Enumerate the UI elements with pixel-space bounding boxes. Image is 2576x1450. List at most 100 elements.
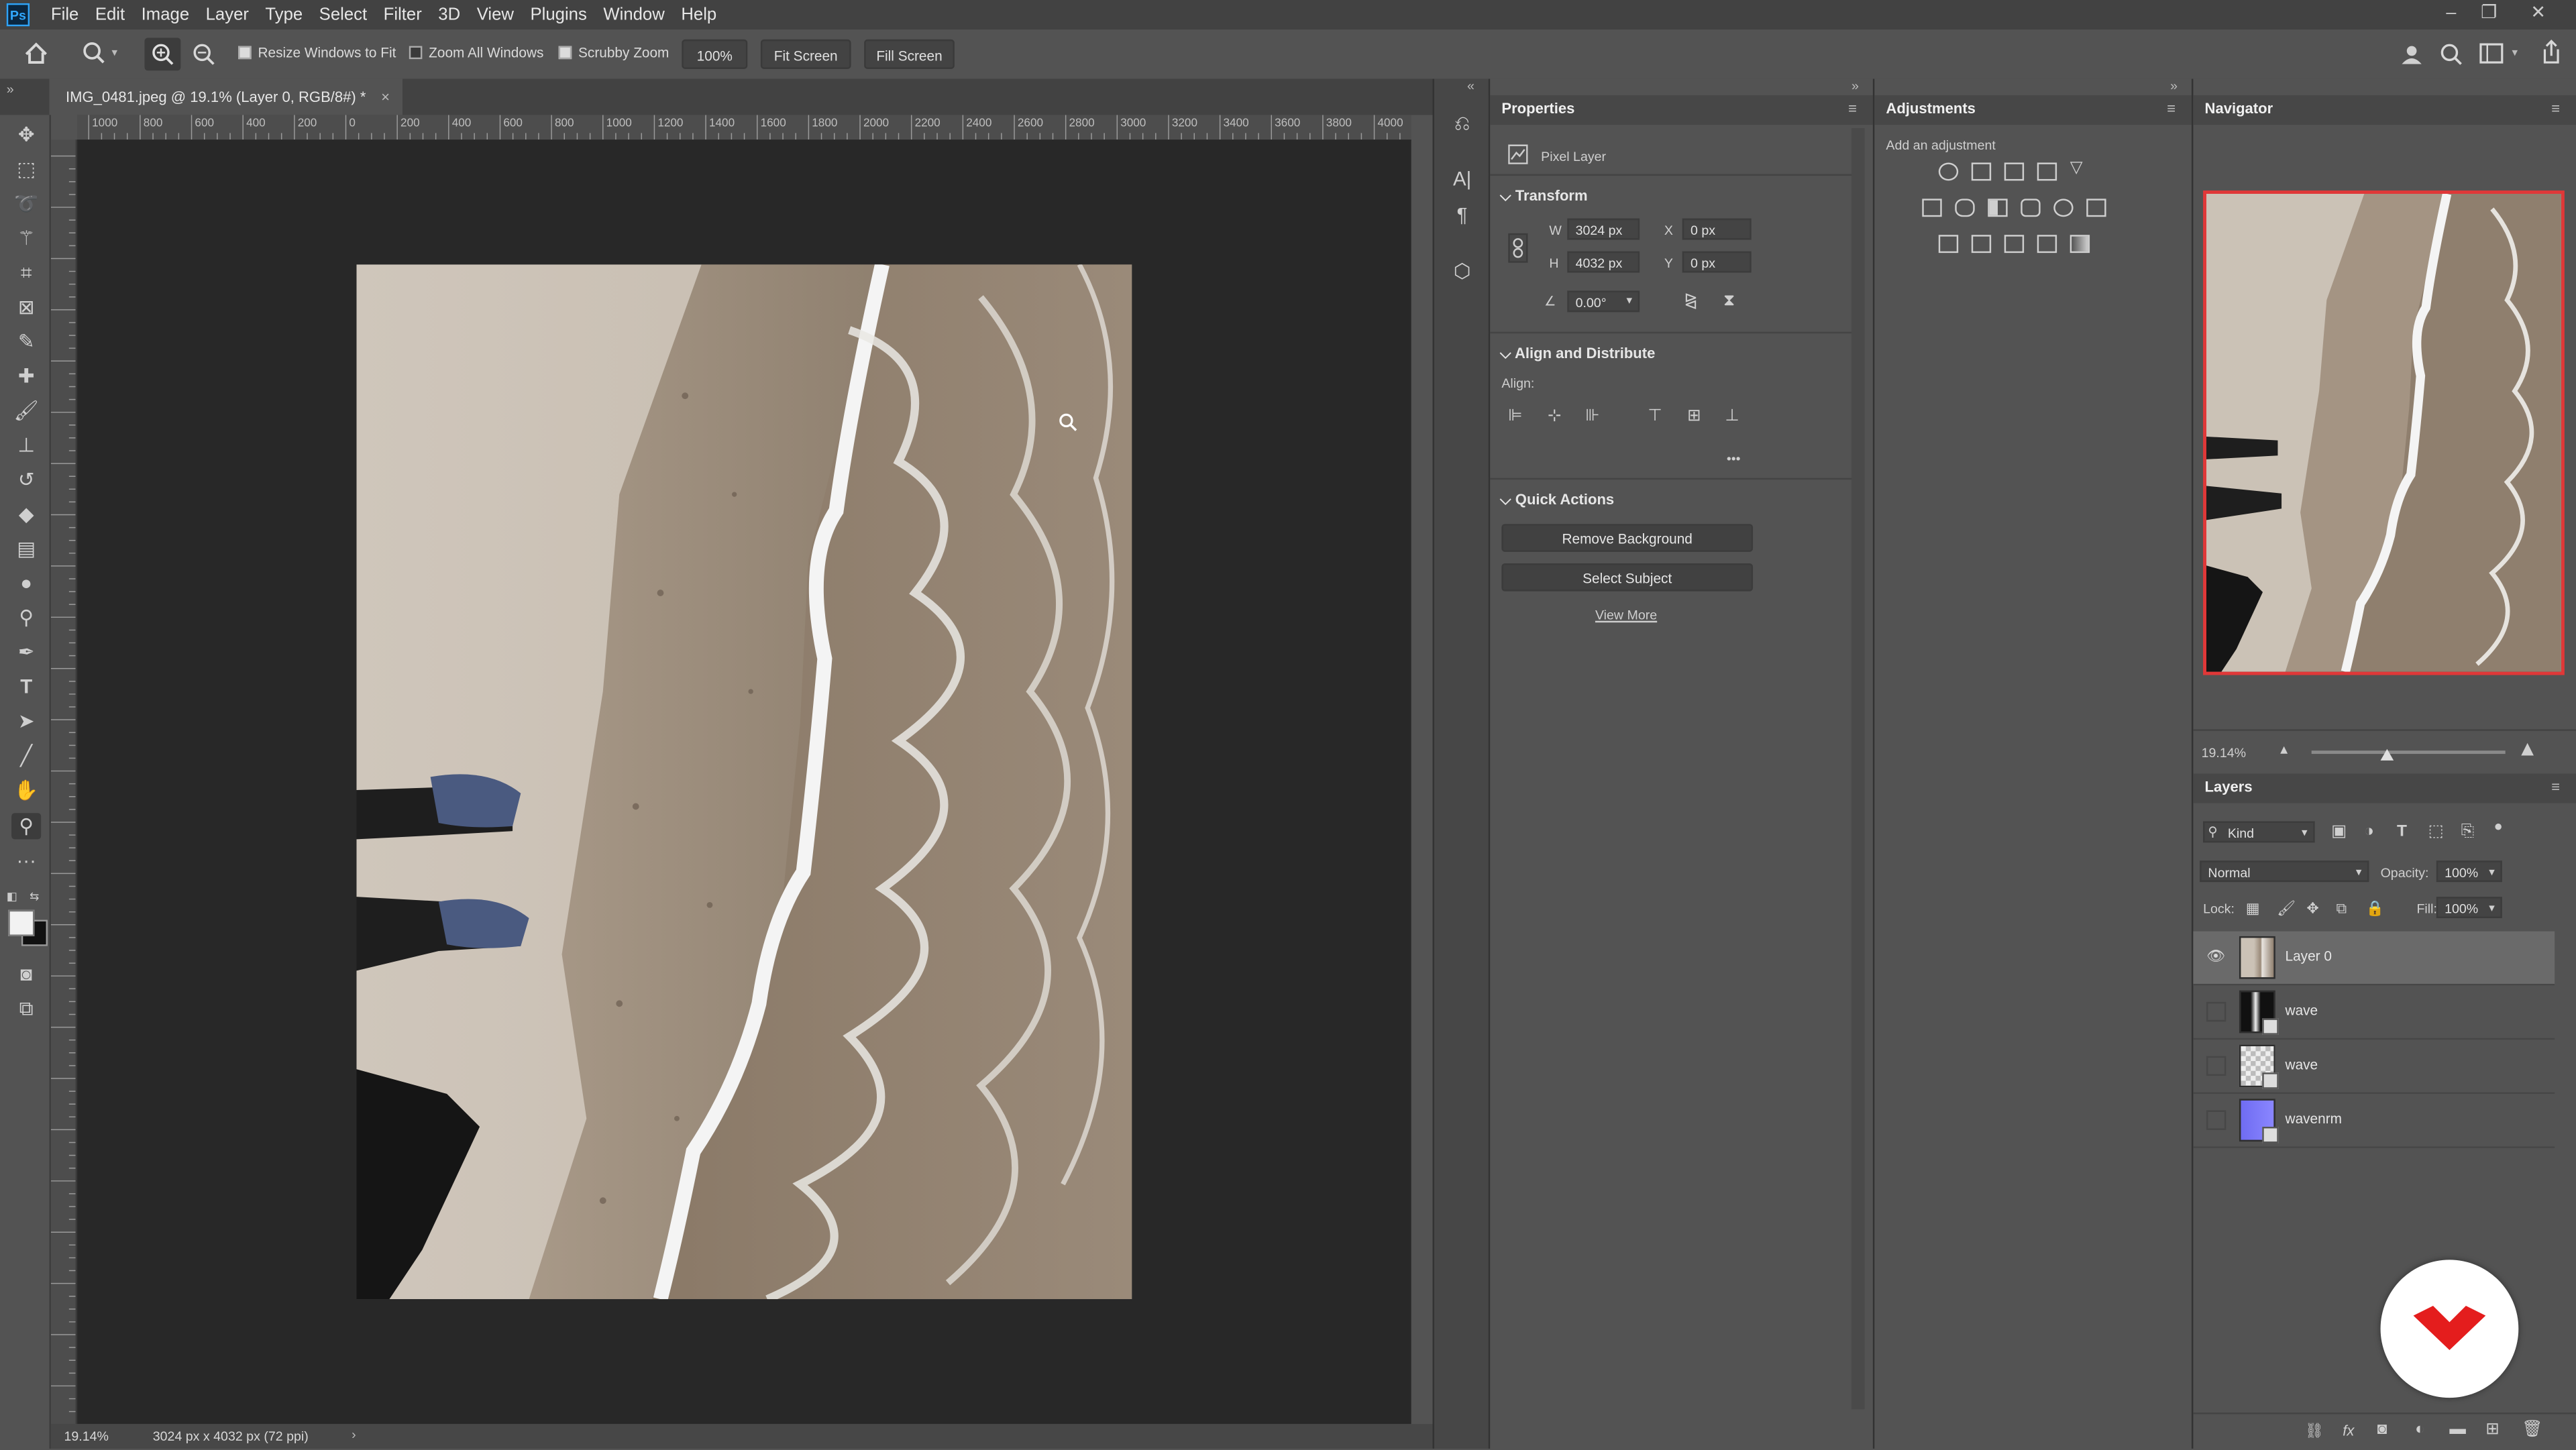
3d-panel-icon[interactable]: ⬡ xyxy=(1450,260,1473,282)
menu-type[interactable]: Type xyxy=(257,5,311,24)
menu-plugins[interactable]: Plugins xyxy=(522,5,595,24)
quick-mask-icon[interactable]: ◙ xyxy=(11,961,41,987)
layer-name[interactable]: Layer 0 xyxy=(2286,948,2332,964)
exposure-icon[interactable] xyxy=(2037,162,2057,181)
align-bottom-icon[interactable]: ⊥ xyxy=(1725,407,1739,425)
brightness-contrast-icon[interactable] xyxy=(1938,162,1959,181)
new-layer-icon[interactable]: ⊞ xyxy=(2485,1420,2500,1439)
magic-wand-tool-icon[interactable]: ⚚ xyxy=(11,225,41,252)
layer-row-wave-2[interactable]: wave xyxy=(2193,1040,2555,1095)
layer-row-wavenrm[interactable]: wavenrm xyxy=(2193,1094,2555,1148)
close-icon[interactable]: ✕ xyxy=(2520,0,2557,30)
black-white-icon[interactable] xyxy=(1988,199,2008,217)
menu-layer[interactable]: Layer xyxy=(197,5,257,24)
tool-preset-chevron-icon[interactable]: ▾ xyxy=(112,46,118,59)
zoom-tool-icon[interactable] xyxy=(82,41,105,64)
align-left-icon[interactable]: ⊫ xyxy=(1508,407,1522,425)
lock-transparent-icon[interactable]: ▦ xyxy=(2246,900,2260,918)
layers-title[interactable]: Layers xyxy=(2205,779,2253,795)
zoom-in-mode-button[interactable] xyxy=(144,38,181,71)
layer-style-icon[interactable]: fx xyxy=(2343,1423,2354,1439)
menu-window[interactable]: Window xyxy=(595,5,673,24)
navigator-menu-icon[interactable]: ≡ xyxy=(2551,100,2560,116)
remove-background-button[interactable]: Remove Background xyxy=(1501,524,1754,552)
color-lookup-icon[interactable] xyxy=(2086,199,2106,217)
search-icon[interactable] xyxy=(2440,43,2463,66)
zoom-tool-active-icon[interactable]: ⚲ xyxy=(11,813,42,840)
menu-image[interactable]: Image xyxy=(133,5,197,24)
eyedropper-tool-icon[interactable]: ✎ xyxy=(11,329,41,355)
swap-colors-icon[interactable]: ⇆ xyxy=(30,890,44,905)
layer-filter-dropdown[interactable]: Kind xyxy=(2203,821,2315,843)
navigator-slider-handle[interactable] xyxy=(2380,748,2394,761)
properties-title[interactable]: Properties xyxy=(1501,100,1574,116)
properties-menu-icon[interactable]: ≡ xyxy=(1848,100,1857,116)
pen-tool-icon[interactable]: ✒ xyxy=(11,639,41,665)
visibility-eye-icon[interactable]: 👁 xyxy=(2206,948,2225,964)
y-field[interactable]: 0 px xyxy=(1682,251,1752,273)
history-panel-icon[interactable]: ⎌ xyxy=(1450,112,1473,135)
more-align-options[interactable]: ••• xyxy=(1727,451,1741,466)
layers-menu-icon[interactable]: ≡ xyxy=(2551,779,2560,795)
workspace-icon[interactable] xyxy=(2479,43,2506,64)
fill-chevron-icon[interactable]: ▾ xyxy=(2489,901,2495,915)
layer-name[interactable]: wavenrm xyxy=(2286,1111,2342,1127)
visibility-toggle[interactable] xyxy=(2206,1110,2226,1130)
hue-saturation-icon[interactable] xyxy=(1922,199,1942,217)
adjustments-menu-icon[interactable]: ≡ xyxy=(2167,100,2176,116)
photo-filter-icon[interactable] xyxy=(2021,199,2041,217)
filter-shape-icon[interactable]: ⬚ xyxy=(2428,823,2444,841)
line-tool-icon[interactable]: ╱ xyxy=(11,742,41,769)
height-field[interactable]: 4032 px xyxy=(1567,251,1640,273)
layer-row-wave-1[interactable]: wave xyxy=(2193,985,2555,1040)
collapse-toolbar-icon[interactable]: » xyxy=(7,82,14,97)
share-icon[interactable] xyxy=(2540,39,2563,66)
opacity-chevron-icon[interactable]: ▾ xyxy=(2489,866,2495,879)
type-tool-icon[interactable]: T xyxy=(11,673,41,700)
filter-smart-object-icon[interactable]: ⎘ xyxy=(2461,823,2475,841)
delete-layer-icon[interactable]: 🗑 xyxy=(2522,1420,2542,1439)
zoom-all-windows-checkbox[interactable] xyxy=(409,46,423,60)
lock-position-icon[interactable]: ✥ xyxy=(2306,900,2318,918)
menu-file[interactable]: File xyxy=(43,5,87,24)
more-tools-icon[interactable]: ··· xyxy=(11,848,41,874)
align-right-icon[interactable]: ⊪ xyxy=(1585,407,1599,425)
clone-stamp-tool-icon[interactable]: ⊥ xyxy=(11,432,41,458)
scrubby-zoom-checkbox[interactable] xyxy=(558,46,572,60)
lock-all-icon[interactable]: 🔒 xyxy=(2366,900,2384,918)
cloud-docs-icon[interactable] xyxy=(2400,43,2423,66)
flip-horizontal-icon[interactable]: ⧎ xyxy=(1684,292,1698,311)
visibility-toggle[interactable] xyxy=(2206,1056,2226,1076)
lock-image-icon[interactable]: 🖌 xyxy=(2277,900,2296,918)
threshold-icon[interactable] xyxy=(2004,235,2025,254)
align-center-h-icon[interactable]: ⊹ xyxy=(1548,407,1562,425)
color-balance-icon[interactable] xyxy=(1955,199,1975,217)
zoom-out-icon[interactable] xyxy=(193,43,215,66)
filter-pixel-icon[interactable]: ▣ xyxy=(2331,823,2347,841)
gradient-map-icon[interactable] xyxy=(2070,235,2090,254)
layer-name[interactable]: wave xyxy=(2286,1056,2318,1072)
dodge-tool-icon[interactable]: ⚲ xyxy=(11,604,41,630)
curves-icon[interactable] xyxy=(2004,162,2025,181)
quick-actions-header[interactable]: ⌵ Quick Actions xyxy=(1500,491,1614,509)
blend-mode-chevron-icon[interactable]: ▾ xyxy=(2356,866,2362,879)
add-mask-icon[interactable]: ◙ xyxy=(2377,1420,2387,1439)
menu-view[interactable]: View xyxy=(468,5,522,24)
workspace-chevron-icon[interactable]: ▾ xyxy=(2512,46,2518,59)
hand-tool-icon[interactable]: ✋ xyxy=(11,777,41,803)
lasso-tool-icon[interactable]: ➰ xyxy=(11,190,41,217)
visibility-toggle[interactable] xyxy=(2206,1001,2226,1022)
properties-scrollbar[interactable] xyxy=(1851,128,1865,1410)
new-adjustment-layer-icon[interactable]: ◐ xyxy=(2415,1420,2425,1439)
select-subject-button[interactable]: Select Subject xyxy=(1501,563,1754,592)
status-zoom[interactable]: 19.14% xyxy=(64,1429,109,1444)
posterize-icon[interactable] xyxy=(1971,235,1992,254)
adjustments-title[interactable]: Adjustments xyxy=(1886,100,1976,116)
invert-icon[interactable] xyxy=(1938,235,1959,254)
zoom-100-button[interactable]: 100% xyxy=(682,39,748,69)
selective-color-icon[interactable] xyxy=(2037,235,2057,254)
move-tool-icon[interactable]: ✥ xyxy=(11,121,41,148)
transform-section-header[interactable]: ⌵ Transform xyxy=(1500,187,1588,205)
filter-adjustment-icon[interactable]: ◑ xyxy=(2364,823,2374,841)
view-more-link[interactable]: View More xyxy=(1595,608,1657,622)
